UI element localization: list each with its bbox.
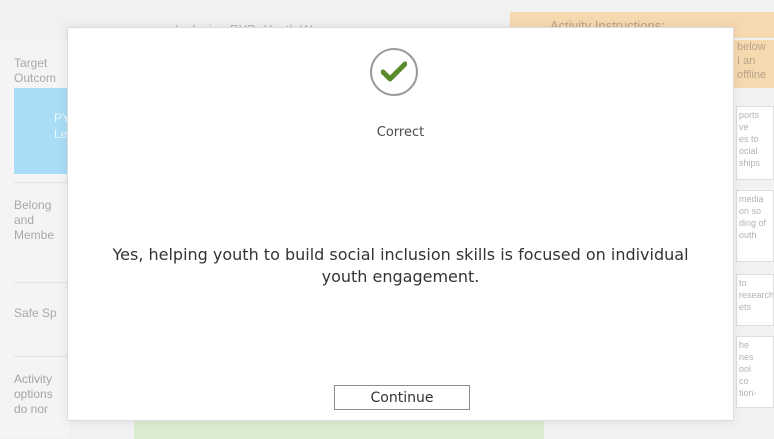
divider bbox=[14, 356, 70, 357]
option-card[interactable]: ports ve es to ocial ships bbox=[736, 106, 774, 180]
option-card[interactable]: to research ets bbox=[736, 274, 774, 326]
row-label-target-outcome: Target Outcom bbox=[14, 56, 57, 85]
divider bbox=[14, 282, 70, 283]
row-label-safe-space: Safe Sp bbox=[14, 306, 57, 320]
option-card[interactable]: media on so ding of outh bbox=[736, 190, 774, 262]
checkmark-icon bbox=[381, 61, 407, 82]
row-label-belonging: Belong and Membe bbox=[14, 198, 55, 242]
feedback-message: Yes, helping youth to build social inclu… bbox=[112, 245, 689, 286]
status-badge bbox=[370, 48, 418, 96]
feedback-dialog: Correct Yes, helping youth to build soci… bbox=[67, 27, 734, 421]
continue-button[interactable]: Continue bbox=[334, 385, 470, 410]
drop-zone[interactable] bbox=[134, 420, 544, 439]
row-pyd-level: PY Leve bbox=[14, 88, 80, 174]
divider bbox=[14, 182, 70, 183]
row-label-activity-options: Activity options do nor bbox=[14, 372, 53, 416]
option-card[interactable]: he nes ool co tion- bbox=[736, 336, 774, 408]
instructions-side-text: below I an offline bbox=[734, 40, 774, 88]
status-title: Correct bbox=[376, 125, 425, 140]
